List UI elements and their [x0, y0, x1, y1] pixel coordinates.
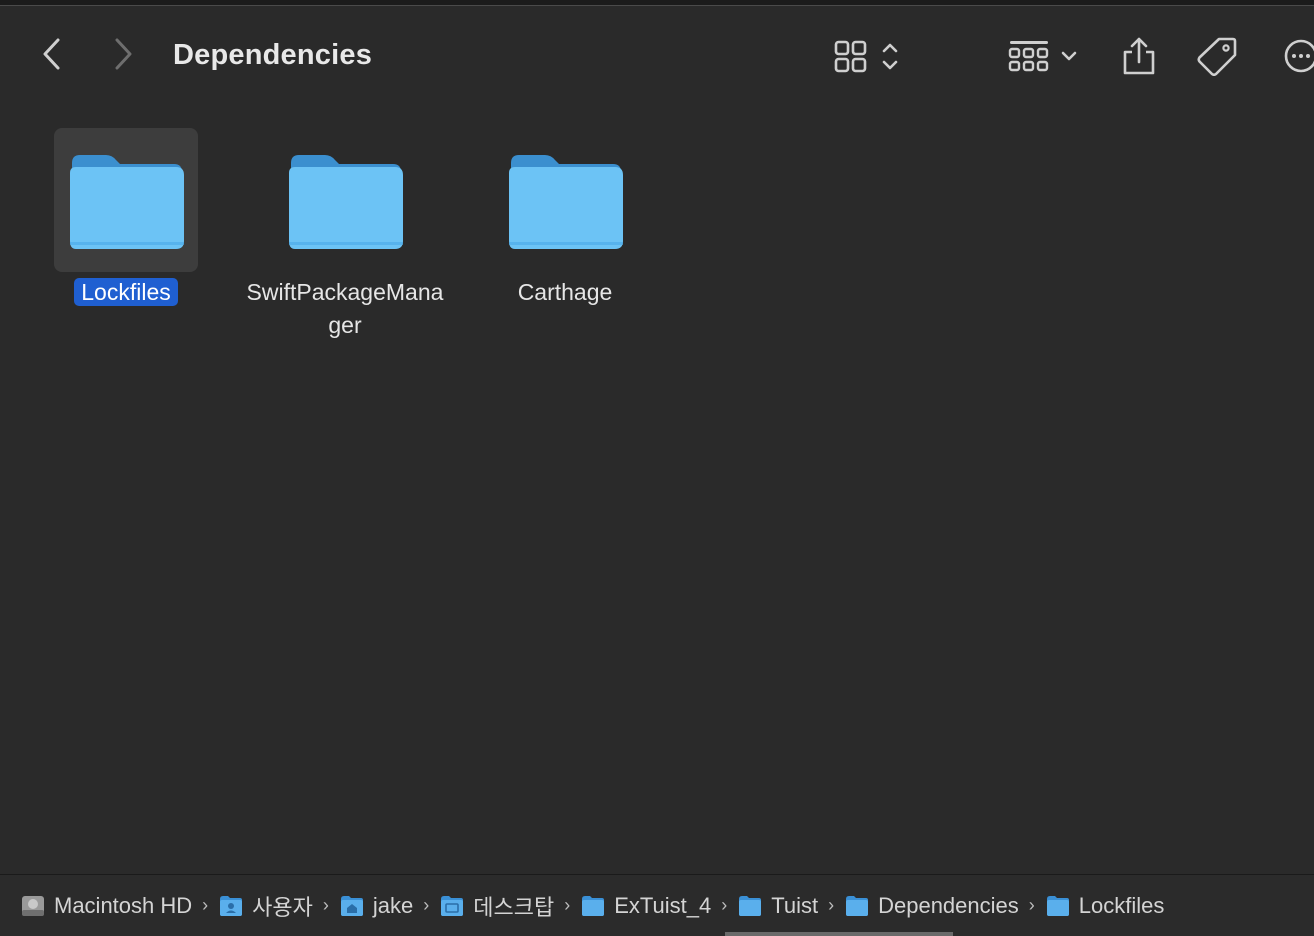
path-item-label: Lockfiles	[1078, 892, 1165, 918]
tag-icon	[1197, 37, 1237, 76]
path-item-tuist[interactable]: Tuist	[737, 893, 818, 919]
path-separator: ›	[828, 895, 835, 915]
chevron-left-icon	[43, 38, 60, 70]
users-folder-icon	[220, 895, 243, 916]
folder-icon	[289, 155, 403, 249]
folder-icon	[70, 155, 184, 249]
selected-label: Lockfiles	[74, 278, 178, 306]
home-folder-icon	[340, 895, 363, 916]
item-icon-box[interactable]	[493, 128, 637, 272]
forward-button[interactable]	[105, 34, 141, 74]
window-title: Dependencies	[173, 39, 373, 71]
group-by-button[interactable]	[1007, 36, 1083, 76]
folder-item-lockfiles[interactable]: Lockfiles	[16, 128, 236, 309]
path-separator: ›	[322, 895, 329, 915]
folder-icon	[509, 155, 623, 249]
share-icon	[1123, 37, 1155, 75]
path-item-label: jake	[372, 892, 414, 918]
path-separator: ›	[202, 895, 209, 915]
path-item-dependencies[interactable]: Dependencies	[844, 893, 1019, 919]
item-label: Carthage	[517, 279, 613, 305]
item-label: Lockfiles	[16, 276, 236, 309]
path-item-label: Tuist	[771, 892, 819, 918]
item-label: SwiftPackageManager	[246, 279, 444, 338]
path-separator: ›	[721, 895, 728, 915]
icon-view[interactable]: Lockfiles SwiftPackageManager Carthage	[0, 102, 1314, 874]
path-item-label: Dependencies	[878, 892, 1019, 918]
more-button[interactable]	[1283, 36, 1314, 76]
icon-grid-view-icon	[834, 40, 898, 73]
folder-icon	[582, 895, 605, 916]
path-item-macintosh-hd[interactable]: Macintosh HD	[20, 893, 192, 919]
hard-drive-icon	[22, 895, 44, 916]
path-item-lockfiles[interactable]: Lockfiles	[1045, 892, 1165, 919]
path-item-desktop[interactable]: 데스크탑	[439, 890, 554, 922]
folder-item-swiftpackagemanager[interactable]: SwiftPackageManager	[235, 128, 455, 342]
folder-icon	[739, 895, 762, 916]
chevron-right-icon	[115, 38, 132, 70]
path-separator: ›	[1028, 895, 1035, 915]
path-separator: ›	[423, 895, 430, 915]
back-button[interactable]	[34, 34, 70, 74]
path-bar: Macintosh HD › 사용자 › jake › 데스크탑 › ExTui…	[0, 874, 1314, 936]
path-item-jake[interactable]: jake	[339, 893, 413, 919]
path-item-label: Macintosh HD	[54, 892, 193, 918]
horizontal-scrollbar[interactable]	[725, 932, 953, 936]
view-mode-button[interactable]	[832, 36, 904, 76]
path-separator: ›	[564, 895, 571, 915]
desktop-folder-icon	[441, 895, 464, 916]
path-item-label: ExTuist_4	[614, 892, 712, 918]
folder-icon	[846, 895, 869, 916]
folder-item-carthage[interactable]: Carthage	[455, 128, 675, 309]
share-button[interactable]	[1121, 36, 1157, 76]
ellipsis-circle-icon	[1284, 39, 1314, 73]
finder-window: Dependencies Lockfiles SwiftPackageManag…	[0, 0, 1314, 936]
item-icon-box[interactable]	[273, 128, 417, 272]
tag-button[interactable]	[1197, 36, 1237, 76]
item-icon-box[interactable]	[54, 128, 198, 272]
path-item-users[interactable]: 사용자	[218, 890, 313, 922]
group-by-icon	[1008, 41, 1077, 72]
toolbar: Dependencies	[0, 6, 1314, 102]
path-item-label: 데스크탑	[473, 894, 555, 920]
folder-icon	[1046, 895, 1069, 916]
path-item-extuist-4[interactable]: ExTuist_4	[580, 893, 711, 919]
path-item-label: 사용자	[252, 894, 313, 920]
